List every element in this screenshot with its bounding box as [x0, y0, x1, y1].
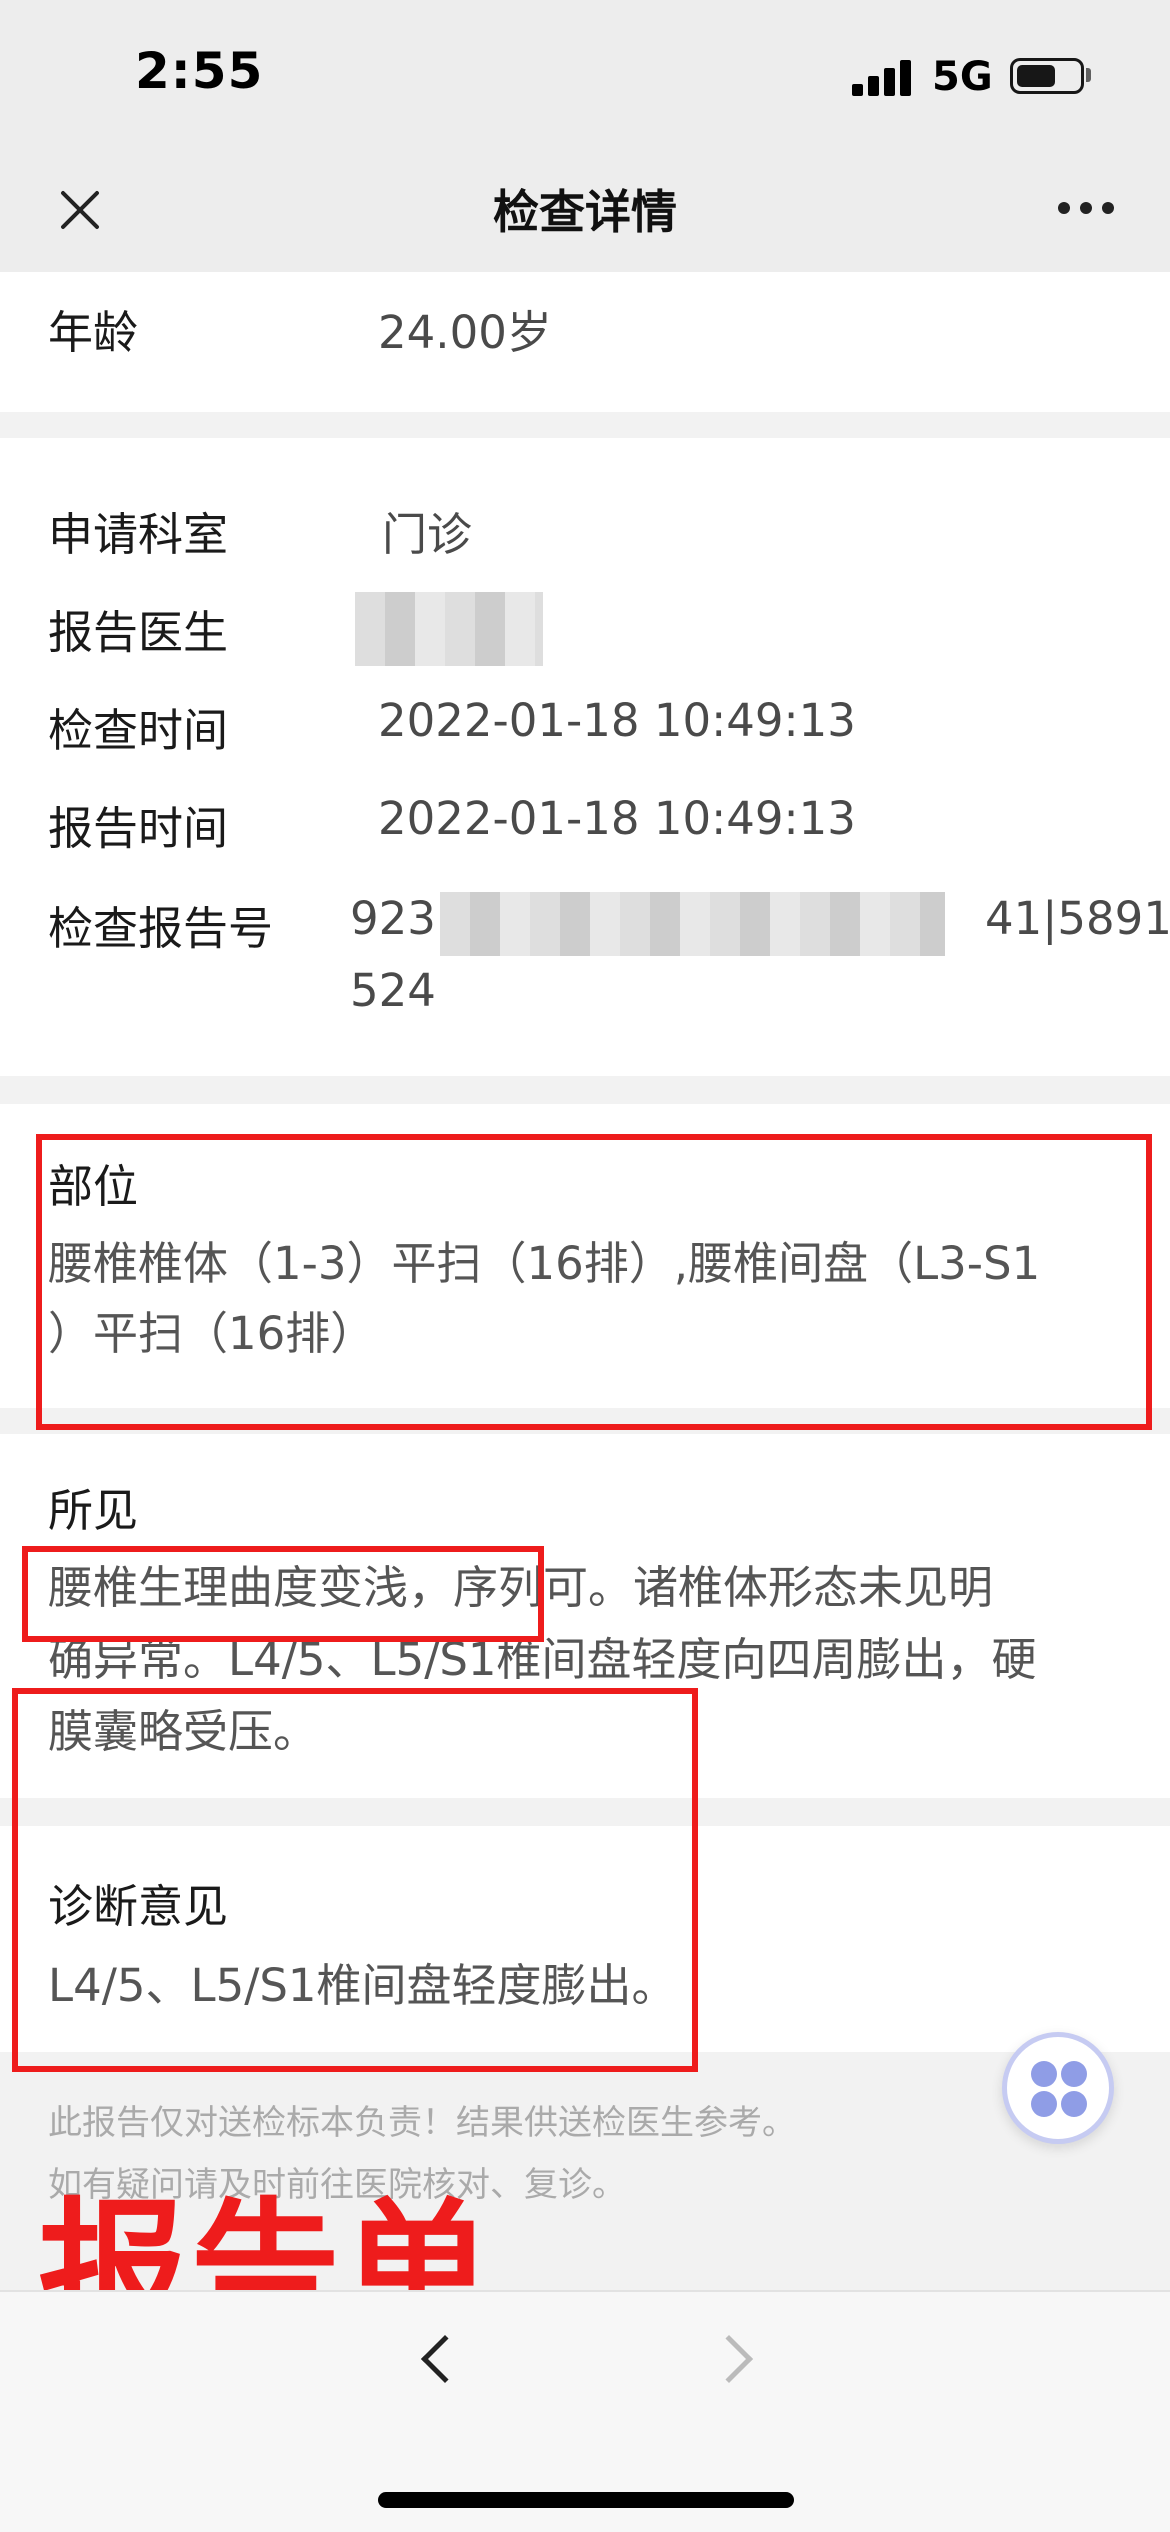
battery-cap — [1086, 68, 1091, 82]
report-no-label: 检查报告号 — [48, 902, 274, 955]
home-indicator — [378, 2492, 794, 2508]
annotation-box-site — [36, 1134, 1152, 1430]
network-type: 5G — [932, 54, 993, 100]
report-time-value: 2022-01-18 10:49:13 — [378, 792, 856, 845]
department-label: 申请科室 — [48, 508, 229, 561]
exam-time-value: 2022-01-18 10:49:13 — [378, 694, 856, 747]
report-no-redacted — [440, 892, 945, 956]
report-no-line2: 524 — [350, 964, 436, 1017]
patient-card — [0, 272, 1170, 412]
disclaimer-line1: 此报告仅对送检标本负责！结果供送检医生参考。 — [48, 2103, 796, 2143]
float-app-icon[interactable] — [1002, 2032, 1114, 2144]
report-no-prefix: 923 — [350, 892, 436, 945]
doctor-label: 报告医生 — [48, 606, 229, 659]
signal-icon — [852, 58, 912, 96]
report-time-label: 报告时间 — [48, 802, 229, 855]
page-title: 检查详情 — [493, 185, 677, 239]
doctor-name-redacted — [355, 592, 543, 666]
age-label: 年龄 — [48, 306, 139, 359]
report-no-suffix: 41|5891 — [985, 892, 1170, 945]
age-value: 24.00岁 — [378, 306, 552, 359]
exam-time-label: 检查时间 — [48, 704, 229, 757]
department-value: 门诊 — [382, 508, 473, 561]
battery-icon — [1010, 58, 1084, 94]
annotation-box-findings — [22, 1546, 544, 1642]
more-icon[interactable] — [1058, 202, 1114, 218]
findings-title: 所见 — [48, 1484, 139, 1537]
annotation-box-diagnosis — [12, 1688, 698, 2072]
status-time: 2:55 — [135, 42, 264, 100]
